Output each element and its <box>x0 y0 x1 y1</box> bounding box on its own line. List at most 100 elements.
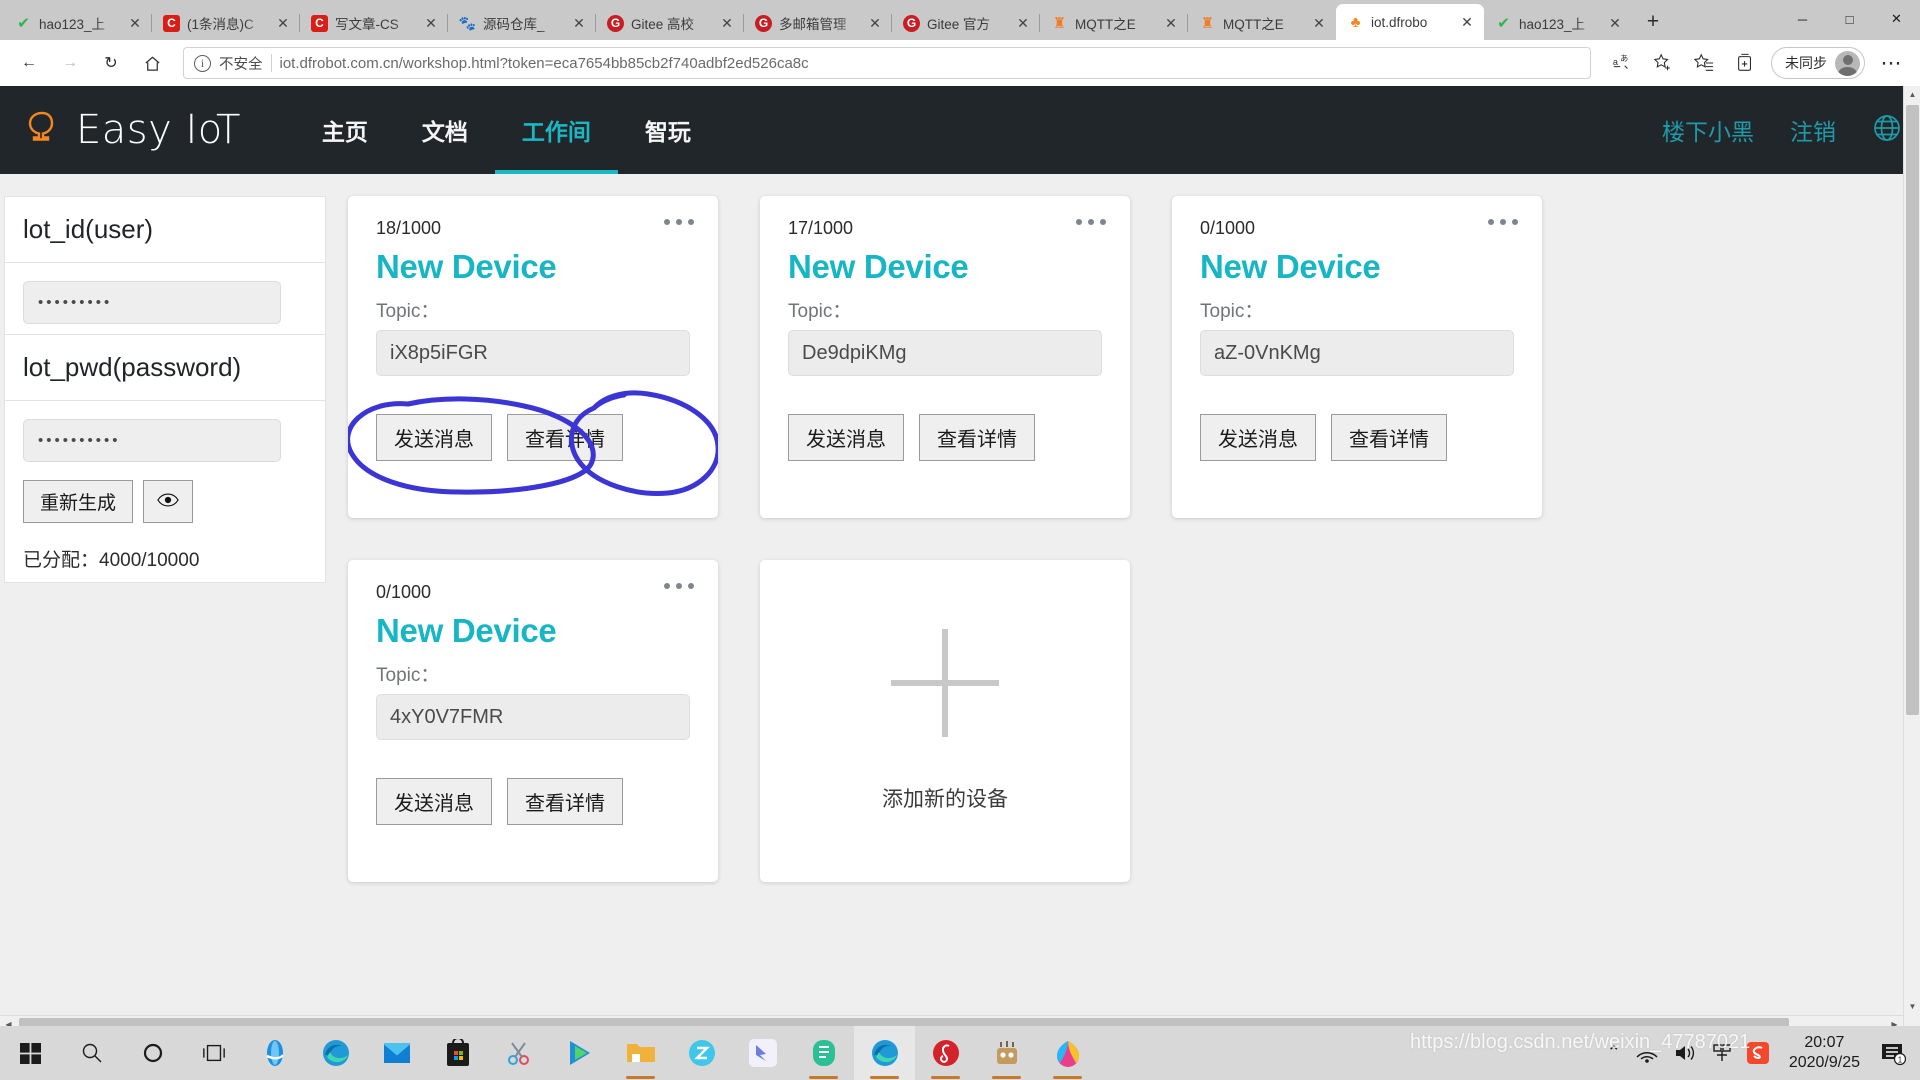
tab-close-icon[interactable]: ✕ <box>126 14 144 32</box>
ime-icon[interactable] <box>1711 1042 1733 1064</box>
mail-icon[interactable] <box>366 1026 427 1080</box>
browser-tab[interactable]: ♜ MQTT之E ✕ <box>1187 6 1336 40</box>
send-message-button[interactable]: 发送消息 <box>1200 414 1316 461</box>
site-info-icon[interactable]: i <box>194 54 211 72</box>
topic-value[interactable]: De9dpiKMg <box>788 330 1102 376</box>
page-vertical-scrollbar[interactable]: ▲ ▼ <box>1903 86 1920 1032</box>
vertical-scroll-thumb[interactable] <box>1906 105 1919 715</box>
send-message-button[interactable]: 发送消息 <box>788 414 904 461</box>
send-message-button[interactable]: 发送消息 <box>376 778 492 825</box>
tray-chevron-icon[interactable]: ⌃ <box>1607 1043 1621 1063</box>
translate-icon[interactable]: aあ <box>1603 44 1641 82</box>
netease-music-icon[interactable] <box>915 1026 976 1080</box>
editor-icon[interactable] <box>671 1026 732 1080</box>
nav-item-play[interactable]: 智玩 <box>618 86 718 174</box>
browser-tab[interactable]: G Gitee 高校 ✕ <box>595 6 744 40</box>
tab-close-icon[interactable]: ✕ <box>1162 14 1180 32</box>
device-card-actions: 发送消息 查看详情 <box>376 778 690 825</box>
browser-tab[interactable]: 🐾 源码仓库_ ✕ <box>447 6 596 40</box>
internet-explorer-icon[interactable] <box>244 1026 305 1080</box>
topic-value[interactable]: 4xY0V7FMR <box>376 694 690 740</box>
logout-link[interactable]: 注销 <box>1790 113 1836 147</box>
wifi-icon[interactable] <box>1635 1043 1659 1063</box>
robot-app-icon[interactable] <box>976 1026 1037 1080</box>
scroll-down-arrow[interactable]: ▼ <box>1904 998 1920 1015</box>
tab-close-icon[interactable]: ✕ <box>718 14 736 32</box>
browser-tab[interactable]: ♜ MQTT之E ✕ <box>1039 6 1188 40</box>
browser-tab-active[interactable]: ♣ iot.dfrobo ✕ <box>1336 4 1484 40</box>
browser-tab[interactable]: C (1条消息)C ✕ <box>151 6 300 40</box>
page-viewport: Easy IoT 主页 文档 工作间 智玩 楼下小黑 注销 lot_id(use… <box>0 86 1920 1032</box>
view-detail-button[interactable]: 查看详情 <box>919 414 1035 461</box>
reload-button[interactable]: ↻ <box>92 44 130 82</box>
media-player-icon[interactable] <box>549 1026 610 1080</box>
clock-date: 2020/9/25 <box>1788 1054 1860 1071</box>
card-menu-icon[interactable] <box>664 583 694 589</box>
bird-app-icon[interactable] <box>732 1026 793 1080</box>
tab-close-icon[interactable]: ✕ <box>570 14 588 32</box>
add-device-card[interactable]: 添加新的设备 <box>760 560 1130 882</box>
tab-close-icon[interactable]: ✕ <box>1458 13 1476 31</box>
view-detail-button[interactable]: 查看详情 <box>1331 414 1447 461</box>
start-button[interactable] <box>0 1026 61 1080</box>
maximize-button[interactable]: □ <box>1826 0 1873 38</box>
minimize-button[interactable]: ─ <box>1779 0 1826 38</box>
nav-item-home[interactable]: 主页 <box>295 86 395 174</box>
topic-value[interactable]: aZ-0VnKMg <box>1200 330 1514 376</box>
new-tab-button[interactable]: + <box>1638 7 1668 37</box>
iot-id-input[interactable]: ••••••••• <box>23 281 281 324</box>
nav-item-docs[interactable]: 文档 <box>395 86 495 174</box>
view-detail-button[interactable]: 查看详情 <box>507 778 623 825</box>
view-detail-button[interactable]: 查看详情 <box>507 414 623 461</box>
edge-active-icon[interactable] <box>854 1026 915 1080</box>
tab-close-icon[interactable]: ✕ <box>866 14 884 32</box>
card-menu-icon[interactable] <box>1076 219 1106 225</box>
regenerate-button[interactable]: 重新生成 <box>23 480 134 523</box>
back-button[interactable]: ← <box>10 44 48 82</box>
tab-close-icon[interactable]: ✕ <box>274 14 292 32</box>
send-message-button[interactable]: 发送消息 <box>376 414 492 461</box>
search-icon[interactable] <box>61 1026 122 1080</box>
topic-value[interactable]: iX8p5iFGR <box>376 330 690 376</box>
browser-tab[interactable]: G 多邮箱管理 ✕ <box>743 6 892 40</box>
tab-close-icon[interactable]: ✕ <box>1014 14 1032 32</box>
browser-tab[interactable]: ✔ hao123_上 ✕ <box>4 6 152 40</box>
close-window-button[interactable]: ✕ <box>1873 0 1920 38</box>
browser-settings-icon[interactable]: ⋯ <box>1872 44 1910 82</box>
notifications-icon[interactable]: 1 <box>1880 1040 1906 1066</box>
add-favorite-icon[interactable] <box>1644 44 1682 82</box>
profile-button[interactable]: 未同步 <box>1771 47 1865 79</box>
taskbar-clock[interactable]: 20:07 2020/9/25 <box>1783 1033 1866 1073</box>
cortana-icon[interactable] <box>122 1026 183 1080</box>
speaker-icon[interactable] <box>1673 1043 1697 1063</box>
address-bar[interactable]: i 不安全 iot.dfrobot.com.cn/workshop.html?t… <box>183 47 1591 79</box>
favorites-icon[interactable] <box>1685 44 1723 82</box>
globe-icon[interactable] <box>1872 113 1902 148</box>
browser-tab[interactable]: G Gitee 官方 ✕ <box>891 6 1040 40</box>
add-device-label: 添加新的设备 <box>882 788 1008 811</box>
browser-tab[interactable]: C 写文章-CS ✕ <box>299 6 448 40</box>
scroll-up-arrow[interactable]: ▲ <box>1904 86 1920 103</box>
user-name-link[interactable]: 楼下小黑 <box>1662 113 1754 147</box>
browser-tab[interactable]: ✔ hao123_上 ✕ <box>1484 6 1632 40</box>
sogou-icon[interactable] <box>1746 1042 1769 1064</box>
collections-icon[interactable] <box>1726 44 1764 82</box>
iot-pwd-input[interactable]: •••••••••• <box>23 419 281 462</box>
snipping-tool-icon[interactable] <box>488 1026 549 1080</box>
microsoft-store-icon[interactable] <box>427 1026 488 1080</box>
card-menu-icon[interactable] <box>664 219 694 225</box>
file-explorer-icon[interactable] <box>610 1026 671 1080</box>
edge-icon[interactable] <box>305 1026 366 1080</box>
home-button[interactable] <box>133 44 171 82</box>
forward-button[interactable]: → <box>51 44 89 82</box>
task-view-icon[interactable] <box>183 1026 244 1080</box>
notes-icon[interactable] <box>793 1026 854 1080</box>
card-menu-icon[interactable] <box>1488 219 1518 225</box>
nav-item-workshop[interactable]: 工作间 <box>494 86 618 174</box>
tab-close-icon[interactable]: ✕ <box>1606 14 1624 32</box>
paint-icon[interactable] <box>1037 1026 1098 1080</box>
eye-icon[interactable] <box>143 480 194 523</box>
tab-close-icon[interactable]: ✕ <box>422 14 440 32</box>
brand[interactable]: Easy IoT <box>20 107 241 153</box>
tab-close-icon[interactable]: ✕ <box>1310 14 1328 32</box>
